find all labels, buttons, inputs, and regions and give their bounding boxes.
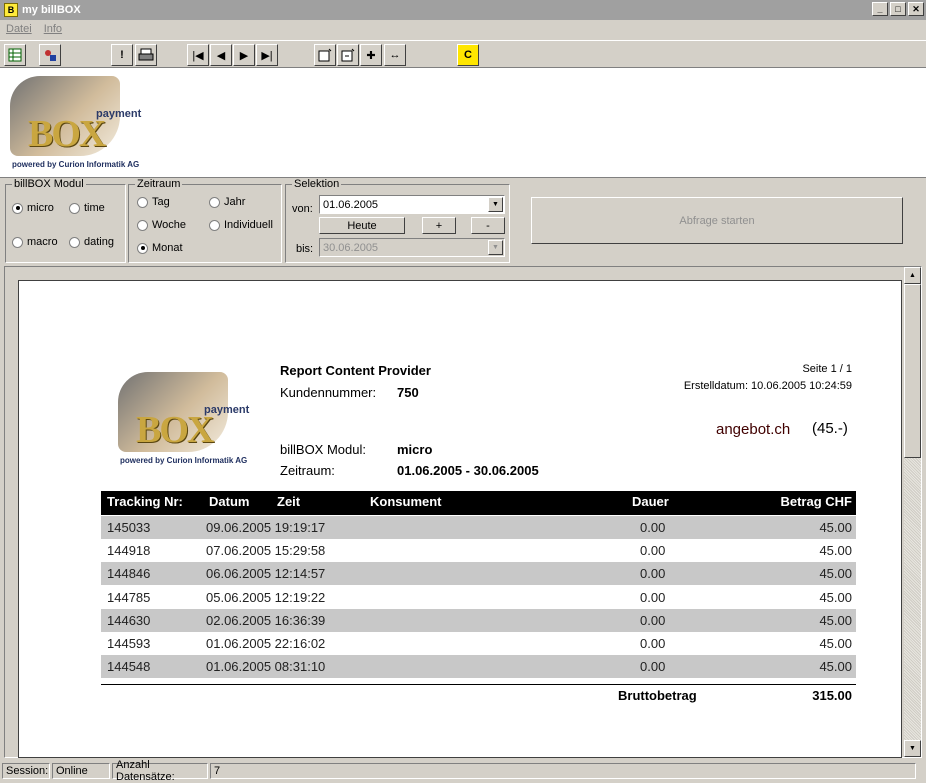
- kundennummer-value: 750: [397, 385, 419, 400]
- zeitraum-group: Zeitraum Tag Jahr Woche Individuell Mona…: [128, 178, 282, 263]
- von-label: von:: [292, 203, 313, 215]
- table-row: 144593 01.06.2005 22:16:02 0.00 45.00: [107, 636, 852, 651]
- title-bar: B my billBOX _ □ ✕: [0, 0, 926, 20]
- first-page-icon: |◀: [192, 49, 204, 62]
- print-button[interactable]: [135, 44, 157, 66]
- zoom-out-button[interactable]: [337, 44, 359, 66]
- zoom-out-icon: [341, 48, 355, 62]
- session-label: Session:: [2, 763, 50, 779]
- fit-width-button[interactable]: ↔: [384, 44, 406, 66]
- billbox-logo: BOX payment powered by Curion Informatik…: [6, 72, 146, 172]
- bis-label: bis:: [296, 243, 314, 255]
- table-row: 145033 09.06.2005 19:19:17 0.00 45.00: [101, 516, 856, 539]
- vertical-scrollbar[interactable]: ▲ ▼: [904, 267, 921, 757]
- last-page-icon: ▶|: [261, 49, 273, 62]
- von-date-select[interactable]: 01.06.2005 ▼: [319, 195, 505, 214]
- count-label: Anzahl Datensätze:: [112, 759, 208, 783]
- heute-button[interactable]: Heute: [319, 217, 405, 234]
- radio-tag[interactable]: Tag: [137, 196, 170, 208]
- radio-micro[interactable]: micro: [12, 202, 54, 214]
- scroll-up-icon[interactable]: ▲: [904, 267, 921, 284]
- radio-woche[interactable]: Woche: [137, 219, 186, 231]
- prev-page-icon: ◀: [216, 49, 226, 62]
- first-page-button[interactable]: |◀: [187, 44, 209, 66]
- bis-date-select[interactable]: 30.06.2005 ▼: [319, 238, 505, 257]
- page-number: Seite 1 / 1: [802, 363, 852, 375]
- plus-button[interactable]: +: [422, 217, 456, 234]
- total-value: 315.00: [812, 688, 852, 703]
- radio-macro[interactable]: macro: [12, 236, 58, 248]
- selektion-group: Selektion von: 01.06.2005 ▼ Heute + - bis…: [285, 178, 510, 263]
- toolbar: ! |◀ ◀ ▶ ▶| ✚ ↔ C: [0, 40, 926, 68]
- spreadsheet-icon: [8, 48, 22, 62]
- settings-button[interactable]: [39, 44, 61, 66]
- table-header: Tracking Nr: Datum Zeit Konsument Dauer …: [101, 491, 856, 515]
- table-row: 144548 01.06.2005 08:31:10 0.00 45.00: [101, 655, 856, 678]
- printer-icon: [138, 48, 154, 61]
- count-value: 7: [210, 763, 916, 779]
- modul-label: billBOX Modul:: [280, 442, 366, 457]
- total-divider: [101, 684, 856, 685]
- modul-value: micro: [397, 442, 433, 457]
- radio-time[interactable]: time: [69, 202, 105, 214]
- zoom-in-icon: [318, 48, 332, 62]
- menu-datei[interactable]: Datei: [6, 23, 32, 35]
- exclamation-icon: !: [120, 49, 124, 61]
- next-page-icon: ▶: [239, 49, 249, 62]
- provider-price: (45.-): [812, 420, 848, 437]
- info-button[interactable]: !: [111, 44, 133, 66]
- last-page-button[interactable]: ▶|: [256, 44, 278, 66]
- kundennummer-label: Kundennummer:: [280, 385, 377, 400]
- menu-bar: Datei Info: [0, 20, 926, 38]
- radio-dating[interactable]: dating: [69, 236, 114, 248]
- chevron-down-icon[interactable]: ▼: [488, 240, 503, 255]
- prev-page-button[interactable]: ◀: [210, 44, 232, 66]
- erstelldatum: Erstelldatum: 10.06.2005 10:24:59: [683, 380, 852, 392]
- chevron-down-icon[interactable]: ▼: [488, 197, 503, 212]
- modul-group: billBOX Modul micro time macro dating: [5, 178, 126, 263]
- table-row: 144846 06.06.2005 12:14:57 0.00 45.00: [101, 562, 856, 585]
- fit-page-button[interactable]: ✚: [360, 44, 382, 66]
- zoom-in-button[interactable]: [314, 44, 336, 66]
- session-value: Online: [52, 763, 110, 779]
- minus-button[interactable]: -: [471, 217, 505, 234]
- maximize-button[interactable]: □: [890, 2, 906, 16]
- abfrage-starten-button[interactable]: Abfrage starten: [531, 197, 903, 244]
- scroll-thumb[interactable]: [904, 284, 921, 458]
- total-label: Bruttobetrag: [618, 688, 697, 703]
- report-logo: BOX payment powered by Curion Informatik…: [114, 368, 254, 468]
- table-row: 144630 02.06.2005 16:36:39 0.00 45.00: [101, 609, 856, 632]
- menu-info[interactable]: Info: [44, 23, 62, 35]
- radio-individuell[interactable]: Individuell: [209, 219, 273, 231]
- radio-monat[interactable]: Monat: [137, 242, 183, 254]
- table-row: 144918 07.06.2005 15:29:58 0.00 45.00: [107, 543, 852, 558]
- width-icon: ↔: [389, 49, 401, 61]
- minimize-button[interactable]: _: [872, 2, 888, 16]
- zeitraum-label: Zeitraum:: [280, 463, 335, 478]
- app-icon: B: [4, 3, 18, 17]
- tools-icon: [45, 50, 56, 61]
- next-page-button[interactable]: ▶: [233, 44, 255, 66]
- currency-button[interactable]: C: [457, 44, 479, 66]
- window-title: my billBOX: [22, 4, 81, 16]
- zeitraum-value: 01.06.2005 - 30.06.2005: [397, 463, 539, 478]
- move-icon: ✚: [366, 49, 376, 62]
- report-title: Report Content Provider: [280, 363, 431, 378]
- radio-jahr[interactable]: Jahr: [209, 196, 245, 208]
- currency-icon: C: [464, 49, 472, 61]
- provider-name: angebot.ch: [716, 421, 791, 438]
- table-row: 144785 05.06.2005 12:19:22 0.00 45.00: [107, 590, 852, 605]
- close-button[interactable]: ✕: [908, 2, 924, 16]
- export-excel-button[interactable]: [4, 44, 26, 66]
- banner: BOX payment powered by Curion Informatik…: [0, 68, 926, 178]
- scroll-down-icon[interactable]: ▼: [904, 740, 921, 757]
- status-bar: Session: Online Anzahl Datensätze: 7: [0, 759, 926, 783]
